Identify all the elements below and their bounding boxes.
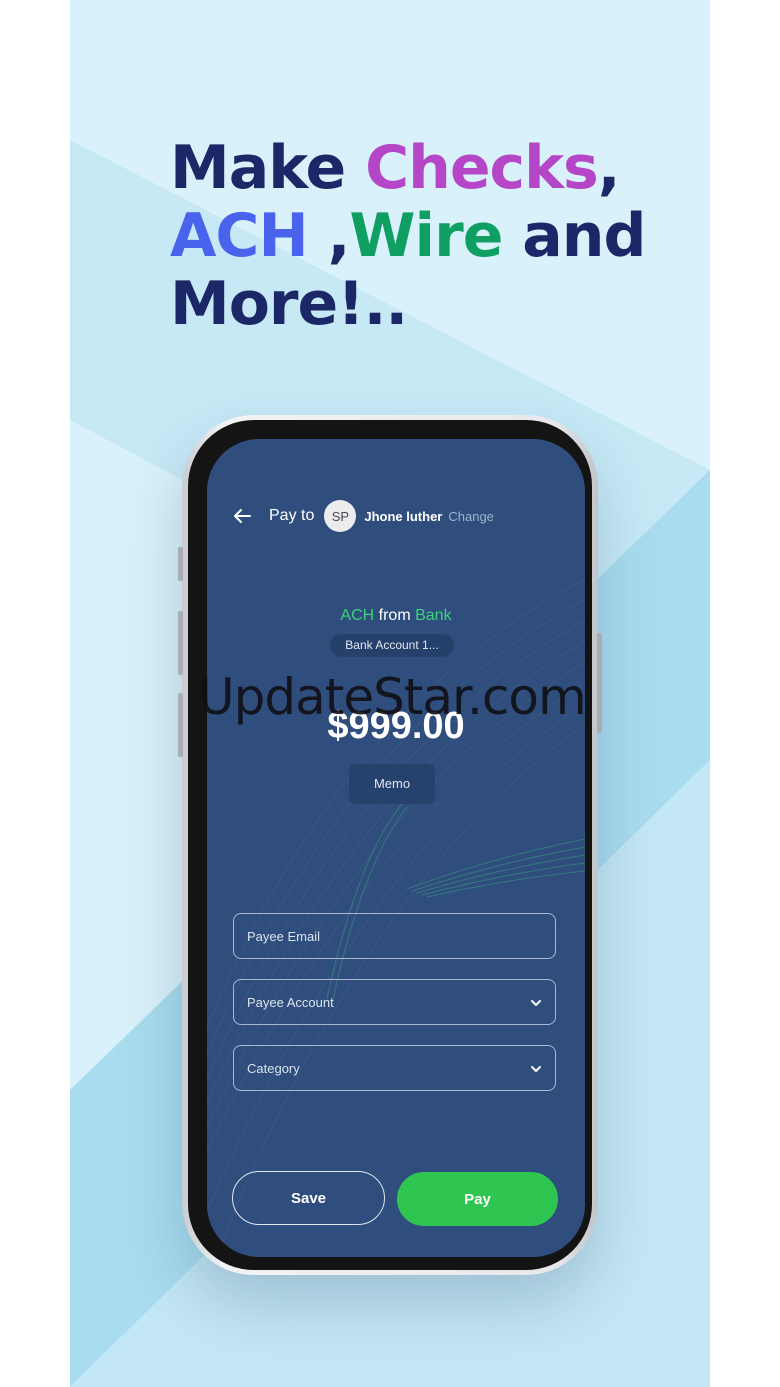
phone-bezel: Pay to SP Jhone luther Change ACH from B…	[188, 420, 592, 1270]
pay-to-label: Pay to	[269, 507, 315, 524]
headline: Make Checks, ACH ,Wire and More!..	[170, 134, 690, 338]
payment-method-title: ACH from Bank	[340, 607, 452, 624]
save-button[interactable]: Save	[232, 1171, 385, 1225]
headline-line-2: ACH ,Wire and	[170, 201, 646, 271]
pay-button[interactable]: Pay	[397, 1172, 558, 1226]
phone-volume-up	[178, 611, 183, 675]
arrow-left-icon[interactable]	[231, 505, 253, 527]
payee-account-select[interactable]: Payee Account	[233, 979, 556, 1025]
memo-button[interactable]: Memo	[349, 764, 435, 804]
payee-name: Jhone luther	[364, 508, 443, 524]
phone-power-button	[597, 633, 602, 733]
phone-silent-switch	[178, 547, 183, 581]
bank-account-selector[interactable]: Bank Account 1...	[330, 634, 454, 657]
chevron-down-icon	[531, 1066, 541, 1072]
app-screen: Pay to SP Jhone luther Change ACH from B…	[207, 439, 585, 1257]
change-payee-link[interactable]: Change	[448, 509, 494, 524]
watermark: UpdateStar.com	[198, 668, 587, 726]
headline-line-3: More!..	[170, 269, 408, 339]
payee-email-input[interactable]: Payee Email	[233, 913, 556, 959]
pay-header: Pay to SP Jhone luther Change	[231, 499, 494, 533]
phone-frame: Pay to SP Jhone luther Change ACH from B…	[178, 415, 602, 1275]
category-select[interactable]: Category	[233, 1045, 556, 1091]
phone-volume-down	[178, 693, 183, 757]
payee-avatar: SP	[324, 500, 357, 532]
chevron-down-icon	[531, 1000, 541, 1006]
wave-decoration	[207, 578, 585, 1257]
headline-line-1: Make Checks,	[170, 133, 620, 203]
